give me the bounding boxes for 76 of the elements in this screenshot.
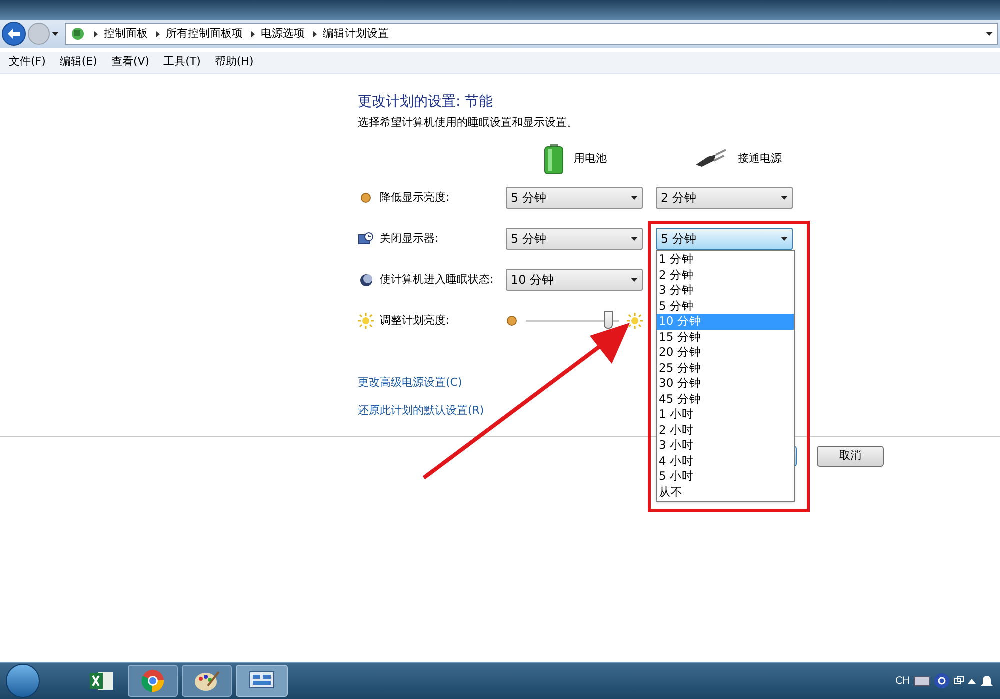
control-panel-icon <box>70 26 86 42</box>
breadcrumb[interactable]: 电源选项 <box>261 26 305 42</box>
dropdown-option[interactable]: 30 分钟 <box>657 376 794 392</box>
bright-sun-icon <box>627 313 643 329</box>
dropdown-option[interactable]: 1 分钟 <box>657 252 794 268</box>
caret-icon <box>631 196 638 200</box>
sun-icon <box>358 313 374 329</box>
page-heading: 更改计划的设置: 节能 <box>358 93 494 112</box>
column-heading: 接通电源 <box>738 150 782 167</box>
battery-icon <box>544 144 564 174</box>
dropdown-option[interactable]: 4 小时 <box>657 454 794 469</box>
breadcrumb[interactable]: 所有控制面板项 <box>166 26 243 42</box>
address-field[interactable]: 控制面板 所有控制面板项 电源选项 编辑计划设置 <box>65 23 998 45</box>
bell-icon[interactable] <box>980 674 994 688</box>
menu-item[interactable]: 工具(T) <box>164 54 201 71</box>
slider-thumb[interactable] <box>604 311 613 329</box>
menu-item[interactable]: 文件(F) <box>9 54 46 71</box>
setting-label: 使计算机进入睡眠状态: <box>380 272 494 288</box>
dropdown-option[interactable]: 25 分钟 <box>657 360 794 376</box>
sun-icon <box>360 192 372 204</box>
dropdown-option[interactable]: 5 分钟 <box>657 298 794 314</box>
caret-icon <box>986 32 993 36</box>
link[interactable]: 更改高级电源设置(C) <box>358 376 462 390</box>
keyboard-icon[interactable] <box>914 675 930 687</box>
caret-icon <box>52 32 59 36</box>
spreadsheet-icon <box>90 670 114 692</box>
taskbar-button[interactable] <box>236 665 288 697</box>
column-heading: 用电池 <box>574 150 607 167</box>
palette-icon <box>194 670 220 692</box>
link[interactable]: 还原此计划的默认设置(R) <box>358 404 484 418</box>
dropdown-option[interactable]: 从不 <box>657 484 794 500</box>
cancel-button[interactable]: 取消 <box>817 446 884 467</box>
taskbar-button[interactable] <box>182 665 232 697</box>
power-plug-icon <box>694 149 728 169</box>
setting-label: 调整计划亮度: <box>380 312 450 329</box>
back-button[interactable] <box>2 22 26 46</box>
caret-icon <box>781 196 788 200</box>
dropdown[interactable]: 5 分钟 <box>506 228 643 250</box>
help-icon[interactable] <box>934 673 950 689</box>
setting-label: 关闭显示器: <box>380 230 439 247</box>
browser-icon <box>141 669 165 693</box>
menu-item[interactable]: 帮助(H) <box>214 54 254 71</box>
dropdown[interactable]: 5 分钟 <box>506 187 643 209</box>
dropdown-option[interactable]: 2 分钟 <box>657 268 794 283</box>
caret-up-icon[interactable] <box>968 678 976 684</box>
input-language[interactable]: CH <box>895 674 910 688</box>
caret-icon <box>781 237 788 241</box>
start-button[interactable] <box>6 664 40 698</box>
breadcrumb[interactable]: 控制面板 <box>104 26 148 42</box>
breadcrumb-arrow-icon <box>251 30 255 38</box>
dropdown-option[interactable]: 3 小时 <box>657 438 794 454</box>
dropdown-option[interactable]: 15 分钟 <box>657 330 794 345</box>
dropdown-option[interactable]: 3 分钟 <box>657 283 794 298</box>
page-description: 选择希望计算机使用的睡眠设置和显示设置。 <box>358 116 579 130</box>
moon-icon <box>360 274 372 286</box>
dropdown-option[interactable]: 1 小时 <box>657 407 794 422</box>
dropdown-option[interactable]: 5 小时 <box>657 469 794 484</box>
dropdown[interactable]: 5 分钟 <box>656 228 793 250</box>
dropdown[interactable]: 10 分钟 <box>506 269 643 291</box>
dropdown-option[interactable]: 45 分钟 <box>657 392 794 407</box>
setting-label: 降低显示亮度: <box>380 190 450 206</box>
dropdown-option[interactable]: 20 分钟 <box>657 345 794 360</box>
back-arrow-icon <box>8 29 20 39</box>
menu-item[interactable]: 查看(V) <box>111 54 150 71</box>
breadcrumb-arrow-icon <box>156 30 160 38</box>
menu-item[interactable]: 编辑(E) <box>60 54 98 71</box>
dropdown[interactable]: 2 分钟 <box>656 187 793 209</box>
breadcrumb-arrow-icon <box>94 30 98 38</box>
dim-sun-icon <box>506 315 518 327</box>
monitor-clock-icon <box>358 232 374 246</box>
breadcrumb-arrow-icon <box>313 30 317 38</box>
caret-icon <box>631 278 638 282</box>
breadcrumb[interactable]: 编辑计划设置 <box>323 26 389 42</box>
caret-icon <box>631 237 638 241</box>
dropdown-option[interactable]: 2 小时 <box>657 422 794 438</box>
window-icon[interactable] <box>954 676 964 686</box>
